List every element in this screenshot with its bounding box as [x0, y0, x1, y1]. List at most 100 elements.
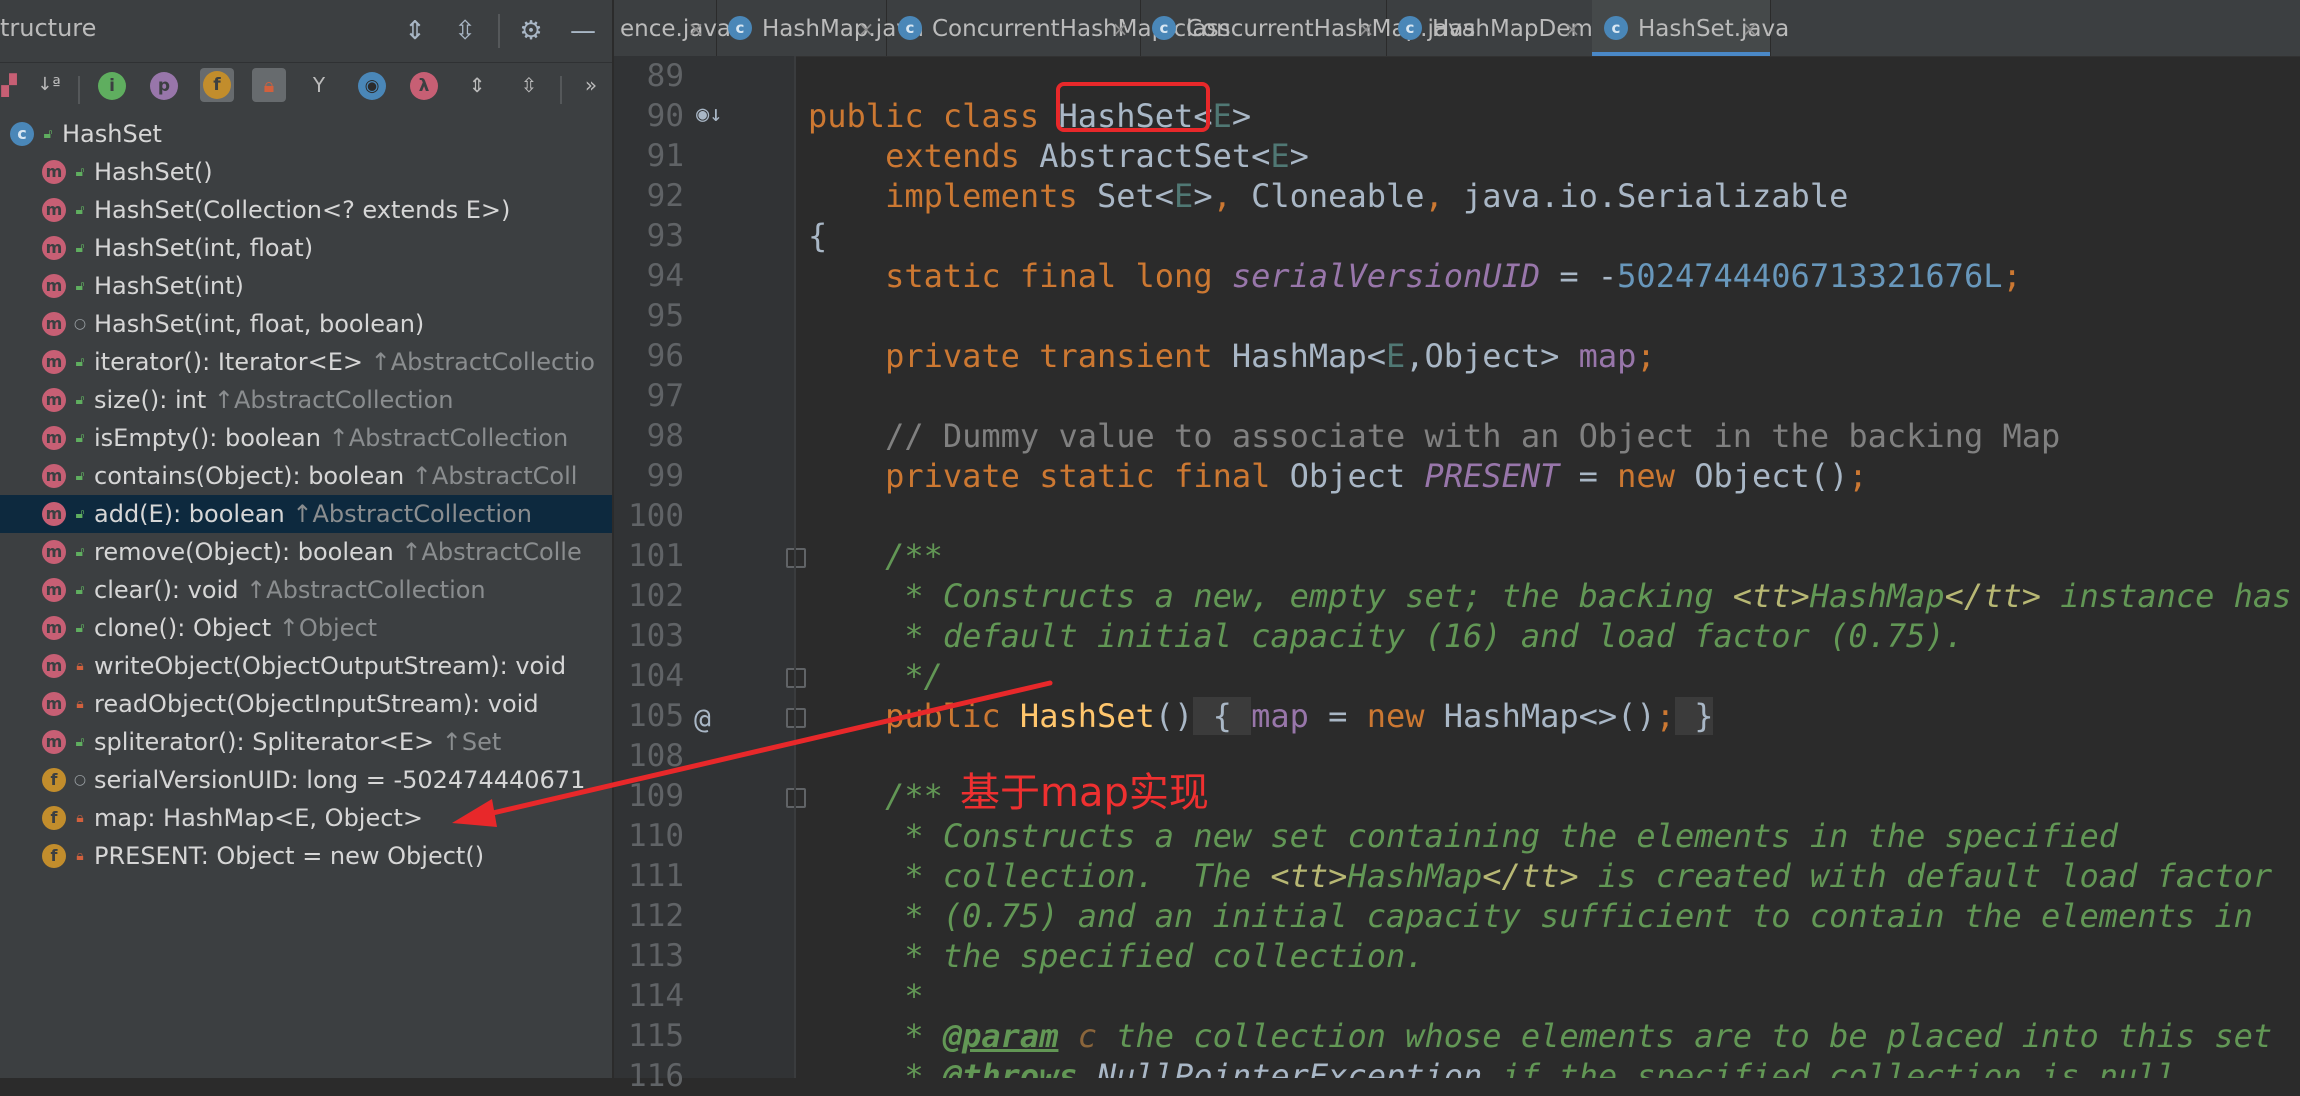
line-number: 102: [628, 578, 684, 614]
editor-tab[interactable]: c HashMap.java ×: [716, 0, 924, 56]
close-tab-icon[interactable]: ×: [686, 15, 706, 43]
show-inherited-icon[interactable]: i: [98, 72, 126, 100]
tree-item[interactable]: m 🔓︎ clone(): Object ↑Object: [0, 609, 612, 647]
tree-item[interactable]: m 🔓︎ iterator(): Iterator<E> ↑AbstractColl…: [0, 343, 612, 381]
code-line-91: extends AbstractSet<E>: [885, 137, 1309, 175]
public-lock-icon: 🔓︎: [75, 734, 85, 750]
editor-tab[interactable]: ence.java ×: [614, 0, 731, 56]
code-line-113: * the specified collection.: [808, 937, 1425, 975]
structure-panel: tructure ⇕ ⇳ ⚙ — ▞ ↓ª i p f 🔒︎ Y ◉ λ ⇕ ⇳…: [0, 0, 612, 1078]
public-lock-icon: 🔓︎: [75, 506, 85, 522]
tree-item-label: map: HashMap<E, Object>: [94, 804, 423, 832]
tree-item[interactable]: m 🔓︎ contains(Object): boolean ↑AbstractCo…: [0, 457, 612, 495]
tree-item-label: iterator(): Iterator<E> ↑AbstractCollect…: [94, 348, 595, 376]
tree-item-label: readObject(ObjectInputStream): void: [94, 690, 539, 718]
show-properties-icon[interactable]: p: [150, 72, 178, 100]
show-lambdas-icon[interactable]: Y: [302, 68, 336, 102]
line-number: 93: [646, 218, 684, 254]
expand-icon[interactable]: ⇕: [460, 68, 494, 102]
collapse-all-icon[interactable]: ⇳: [448, 12, 482, 50]
line-number: 104: [628, 658, 684, 694]
public-lock-icon: 🔓︎: [75, 430, 85, 446]
java-class-icon: c: [1604, 16, 1628, 40]
lambda-icon[interactable]: λ: [410, 72, 438, 100]
sort-by-visibility-icon[interactable]: ▞: [0, 68, 26, 102]
inherited-from-label: ↑AbstractColle: [393, 538, 582, 566]
field-icon: f: [42, 806, 66, 830]
code-line-103: * default initial capacity (16) and load…: [808, 617, 1964, 655]
collapse-icon[interactable]: ⇳: [512, 68, 546, 102]
method-icon: m: [42, 426, 66, 450]
editor-tab[interactable]: c HashSet.java ×: [1592, 0, 1789, 56]
implementation-gutter-icon[interactable]: ◉↓: [696, 102, 723, 127]
tab-label: HashSet.java: [1638, 16, 1790, 42]
public-lock-icon: 🔓︎: [75, 240, 85, 256]
line-number: 96: [646, 338, 684, 374]
tree-item[interactable]: m 🔓︎ HashSet(int): [0, 267, 612, 305]
tree-root-class[interactable]: c 🔓︎ HashSet: [0, 115, 612, 153]
code-editor: ence.java × c HashMap.java × c ConcurrentHashM…: [614, 0, 2300, 1094]
more-options-icon[interactable]: »: [574, 68, 608, 102]
editor-tab[interactable]: c HashMapDemo.java ×: [1386, 0, 1662, 56]
tree-item[interactable]: m 🔓︎ remove(Object): boolean ↑AbstractColl…: [0, 533, 612, 571]
tree-item[interactable]: m 🔓︎ HashSet(int, float): [0, 229, 612, 267]
method-icon: m: [42, 502, 66, 526]
close-tab-icon[interactable]: ×: [1740, 15, 1760, 43]
line-number: 98: [646, 418, 684, 454]
code-line-110: * Constructs a new set containing the el…: [808, 817, 2119, 855]
line-number: 105: [628, 698, 684, 734]
inherited-from-label: ↑AbstractColl: [404, 462, 578, 490]
annotation-gutter-icon[interactable]: @: [694, 702, 711, 735]
code-area[interactable]: public class HashSet<E> extends Abstract…: [808, 56, 2298, 1078]
method-icon: m: [42, 198, 66, 222]
structure-toolbar: ▞ ↓ª i p f 🔒︎ Y ◉ λ ⇕ ⇳ »: [0, 62, 612, 112]
tree-item[interactable]: m 🔓︎ clear(): void ↑AbstractCollection: [0, 571, 612, 609]
tree-item[interactable]: m 🔓︎ isEmpty(): boolean ↑AbstractCollectio…: [0, 419, 612, 457]
close-tab-icon[interactable]: ×: [1562, 15, 1582, 43]
private-lock-icon: 🔒︎: [76, 810, 84, 826]
editor-tab[interactable]: c ConcurrentHashMap.java ×: [1140, 0, 1476, 56]
tree-item[interactable]: m 🔓︎ add(E): boolean ↑AbstractCollection: [0, 495, 612, 533]
show-non-public-toggle[interactable]: 🔒︎: [252, 68, 286, 102]
structure-title: tructure: [0, 14, 97, 42]
tree-item[interactable]: m ○ HashSet(int, float, boolean): [0, 305, 612, 343]
code-line-101: /**: [885, 537, 943, 575]
method-icon: m: [42, 616, 66, 640]
expand-all-icon[interactable]: ⇕: [398, 12, 432, 50]
show-fields-toggle[interactable]: f: [200, 68, 234, 102]
tree-item[interactable]: m 🔓︎ HashSet(): [0, 153, 612, 191]
code-line-94: static final long serialVersionUID = -50…: [885, 257, 2022, 295]
sort-alphabetically-icon[interactable]: ↓ª: [32, 68, 66, 102]
tree-item[interactable]: m 🔒︎ readObject(ObjectInputStream): void: [0, 685, 612, 723]
code-line-99: private static final Object PRESENT = ne…: [885, 457, 1868, 495]
editor-tab[interactable]: c ConcurrentHashMap.class ×: [886, 0, 1231, 56]
tree-item[interactable]: f ○ serialVersionUID: long = -502474440671: [0, 761, 612, 799]
tree-item-label: HashSet(int, float): [94, 234, 314, 262]
gear-icon[interactable]: ⚙: [514, 12, 548, 50]
public-lock-icon: 🔓︎: [75, 582, 85, 598]
tree-item-label: HashSet: [62, 120, 162, 148]
line-number: 90: [646, 98, 684, 134]
package-private-icon: ○: [73, 316, 87, 332]
tree-item[interactable]: m 🔒︎ writeObject(ObjectOutputStream): void: [0, 647, 612, 685]
fold-marker-icon[interactable]: [786, 708, 806, 728]
inherited-from-label: ↑AbstractCollection: [206, 386, 454, 414]
anonymous-classes-icon[interactable]: ◉: [358, 72, 386, 100]
hide-panel-icon[interactable]: —: [566, 12, 600, 50]
code-line-93: {: [808, 217, 828, 255]
tree-item[interactable]: f 🔒︎ PRESENT: Object = new Object(): [0, 837, 612, 875]
fold-marker-icon[interactable]: [786, 788, 806, 808]
code-line-112: * (0.75) and an initial capacity suffici…: [808, 897, 2253, 935]
close-tab-icon[interactable]: ×: [1110, 15, 1130, 43]
fold-marker-icon[interactable]: [786, 548, 806, 568]
public-lock-icon: 🔓︎: [75, 278, 85, 294]
close-tab-icon[interactable]: ×: [1356, 15, 1376, 43]
tree-item[interactable]: f 🔒︎ map: HashMap<E, Object>: [0, 799, 612, 837]
tree-item-label: PRESENT: Object = new Object(): [94, 842, 485, 870]
fold-marker-icon[interactable]: [786, 668, 806, 688]
highlight-box: [1056, 82, 1210, 132]
tree-item[interactable]: m 🔓︎ size(): int ↑AbstractCollection: [0, 381, 612, 419]
tree-item[interactable]: m 🔓︎ HashSet(Collection<? extends E>): [0, 191, 612, 229]
tree-item[interactable]: m 🔓︎ spliterator(): Spliterator<E> ↑Set: [0, 723, 612, 761]
close-tab-icon[interactable]: ×: [856, 15, 876, 43]
